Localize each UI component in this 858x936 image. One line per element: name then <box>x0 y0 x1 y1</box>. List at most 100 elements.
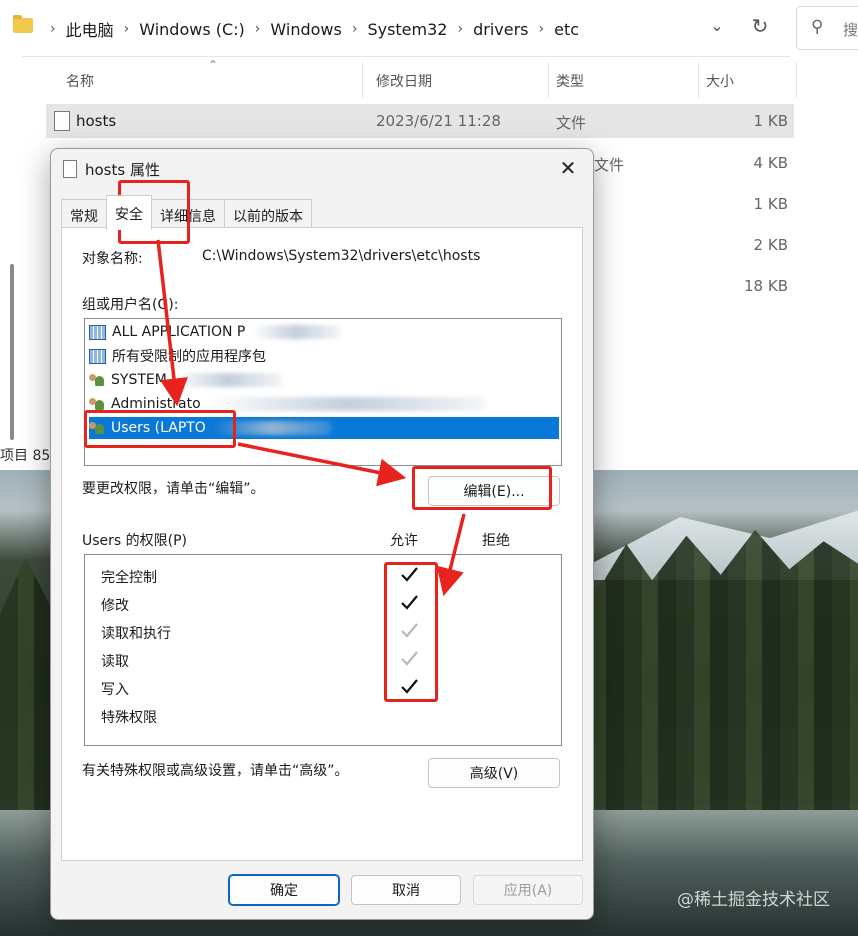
user-name: Users (LAPTO <box>111 420 206 436</box>
chevron-right-icon[interactable]: › <box>255 21 261 37</box>
checkmark-icon <box>401 679 418 694</box>
users-icon <box>89 373 105 387</box>
file-size: 2 KB <box>753 236 788 254</box>
redaction-blur <box>206 397 487 411</box>
cancel-button[interactable]: 取消 <box>351 875 461 905</box>
breadcrumb-item[interactable]: 此电脑 <box>66 17 114 41</box>
file-size: 1 KB <box>753 195 788 213</box>
tab-security[interactable]: 安全 <box>106 195 152 230</box>
edit-button[interactable]: 编辑(E)... <box>428 476 560 506</box>
permissions-header: Users 的权限(P) <box>82 533 188 549</box>
chevron-right-icon[interactable]: › <box>352 21 358 37</box>
permission-name: 完全控制 <box>101 570 157 586</box>
properties-dialog: hosts 属性 ✕ 常规 安全 详细信息 以前的版本 对象名称: C:\Win… <box>50 148 594 920</box>
column-header-type[interactable]: 类型 <box>556 71 584 91</box>
file-size: 4 KB <box>753 154 788 172</box>
app-package-icon <box>89 348 106 364</box>
permission-row: 读取和执行 <box>85 617 561 645</box>
column-divider[interactable] <box>548 62 549 98</box>
file-date: 2023/6/21 11:28 <box>376 112 501 130</box>
security-tab-panel: 对象名称: C:\Windows\System32\drivers\etc\ho… <box>61 227 583 861</box>
advanced-button[interactable]: 高级(V) <box>428 758 560 788</box>
redaction-blur <box>251 325 342 339</box>
navigation-pane <box>0 56 22 470</box>
allow-column-header: 允许 <box>390 533 418 549</box>
folder-icon <box>13 15 33 33</box>
ok-button[interactable]: 确定 <box>228 874 340 906</box>
column-header-size[interactable]: 大小 <box>706 71 734 91</box>
list-item-selected[interactable]: Users (LAPTO <box>89 417 559 439</box>
permissions-list: 完全控制 修改 读取和执行 读取 写入 特殊权限 <box>84 554 562 746</box>
search-icon: ⚲ <box>811 17 824 37</box>
permission-row: 特殊权限 <box>85 701 561 729</box>
file-type: 文件 <box>556 114 587 132</box>
breadcrumb-item[interactable]: drivers <box>473 20 528 39</box>
redaction-blur <box>172 373 283 387</box>
breadcrumb-item[interactable]: Windows <box>270 20 341 39</box>
close-icon[interactable]: ✕ <box>553 153 583 183</box>
list-item[interactable]: SYSTEM <box>89 369 559 391</box>
chevron-right-icon[interactable]: › <box>538 21 544 37</box>
search-placeholder: 搜 <box>843 21 858 39</box>
list-item[interactable]: ALL APPLICATION P <box>89 321 559 343</box>
object-name-label: 对象名称: <box>82 251 143 267</box>
user-name: 所有受限制的应用程序包 <box>112 349 266 365</box>
watermark: @稀土掘金技术社区 <box>677 890 830 910</box>
tab-previous-versions[interactable]: 以前的版本 <box>224 199 312 228</box>
checkmark-inherited-icon <box>401 623 418 638</box>
file-type: 文件 <box>594 156 625 174</box>
chevron-right-icon[interactable]: › <box>124 21 130 37</box>
tab-details[interactable]: 详细信息 <box>151 199 225 228</box>
edit-hint: 要更改权限，请单击“编辑”。 <box>82 481 265 497</box>
column-divider[interactable] <box>698 62 699 98</box>
dialog-tabs: 常规 安全 详细信息 以前的版本 <box>61 195 312 230</box>
chevron-right-icon[interactable]: › <box>457 21 463 37</box>
breadcrumb-item[interactable]: Windows (C:) <box>139 20 245 39</box>
column-header-modified[interactable]: 修改日期 <box>376 71 432 91</box>
dialog-title: hosts 属性 <box>85 160 160 179</box>
permission-name: 写入 <box>101 682 129 698</box>
object-name-value: C:\Windows\System32\drivers\etc\hosts <box>202 248 481 264</box>
checkmark-inherited-icon <box>401 651 418 666</box>
deny-column-header: 拒绝 <box>482 533 510 549</box>
file-icon <box>63 160 77 178</box>
file-size: 1 KB <box>753 112 788 130</box>
address-bar[interactable]: › 此电脑 › Windows (C:) › Windows › System3… <box>0 0 790 57</box>
permission-name: 特殊权限 <box>101 710 157 726</box>
breadcrumb-item[interactable]: etc <box>554 20 579 39</box>
sort-ascending-icon: ⌃ <box>208 58 219 72</box>
advanced-hint: 有关特殊权限或高级设置，请单击“高级”。 <box>82 763 349 779</box>
file-row-hosts[interactable]: hosts 2023/6/21 11:28 文件 1 KB <box>46 104 794 138</box>
file-name: hosts <box>76 112 117 130</box>
apply-button[interactable]: 应用(A) <box>473 875 583 905</box>
breadcrumb: › 此电脑 › Windows (C:) › Windows › System3… <box>40 17 579 41</box>
users-icon <box>89 421 105 435</box>
groups-label: 组或用户名(G): <box>82 297 179 313</box>
users-list[interactable]: ALL APPLICATION P 所有受限制的应用程序包 SYSTEM Adm… <box>84 318 562 466</box>
redaction-blur <box>211 421 332 435</box>
breadcrumb-item[interactable]: System32 <box>367 20 447 39</box>
permission-row: 修改 <box>85 589 561 617</box>
chevron-down-icon[interactable]: ⌄ <box>706 16 728 38</box>
permission-name: 读取和执行 <box>101 626 171 642</box>
search-box[interactable]: ⚲ 搜 <box>796 6 858 50</box>
column-divider[interactable] <box>796 62 797 98</box>
refresh-icon[interactable]: ↻ <box>748 14 772 38</box>
file-size: 18 KB <box>744 277 788 295</box>
app-package-icon <box>89 324 106 340</box>
user-name: Administrato <box>111 396 201 412</box>
chevron-right-icon: › <box>50 21 56 37</box>
file-icon <box>54 111 70 131</box>
permission-row: 写入 <box>85 673 561 701</box>
user-name: ALL APPLICATION P <box>112 324 246 340</box>
list-item[interactable]: 所有受限制的应用程序包 <box>89 345 559 367</box>
column-header-name[interactable]: 名称 <box>66 71 94 91</box>
column-divider[interactable] <box>362 62 363 98</box>
permission-name: 读取 <box>101 654 129 670</box>
navigation-scrollbar[interactable] <box>10 264 14 440</box>
list-item[interactable]: Administrato <box>89 393 559 415</box>
tab-general[interactable]: 常规 <box>61 199 107 228</box>
permission-row: 读取 <box>85 645 561 673</box>
checkmark-icon <box>401 567 418 582</box>
dialog-title-bar[interactable]: hosts 属性 <box>63 157 160 181</box>
